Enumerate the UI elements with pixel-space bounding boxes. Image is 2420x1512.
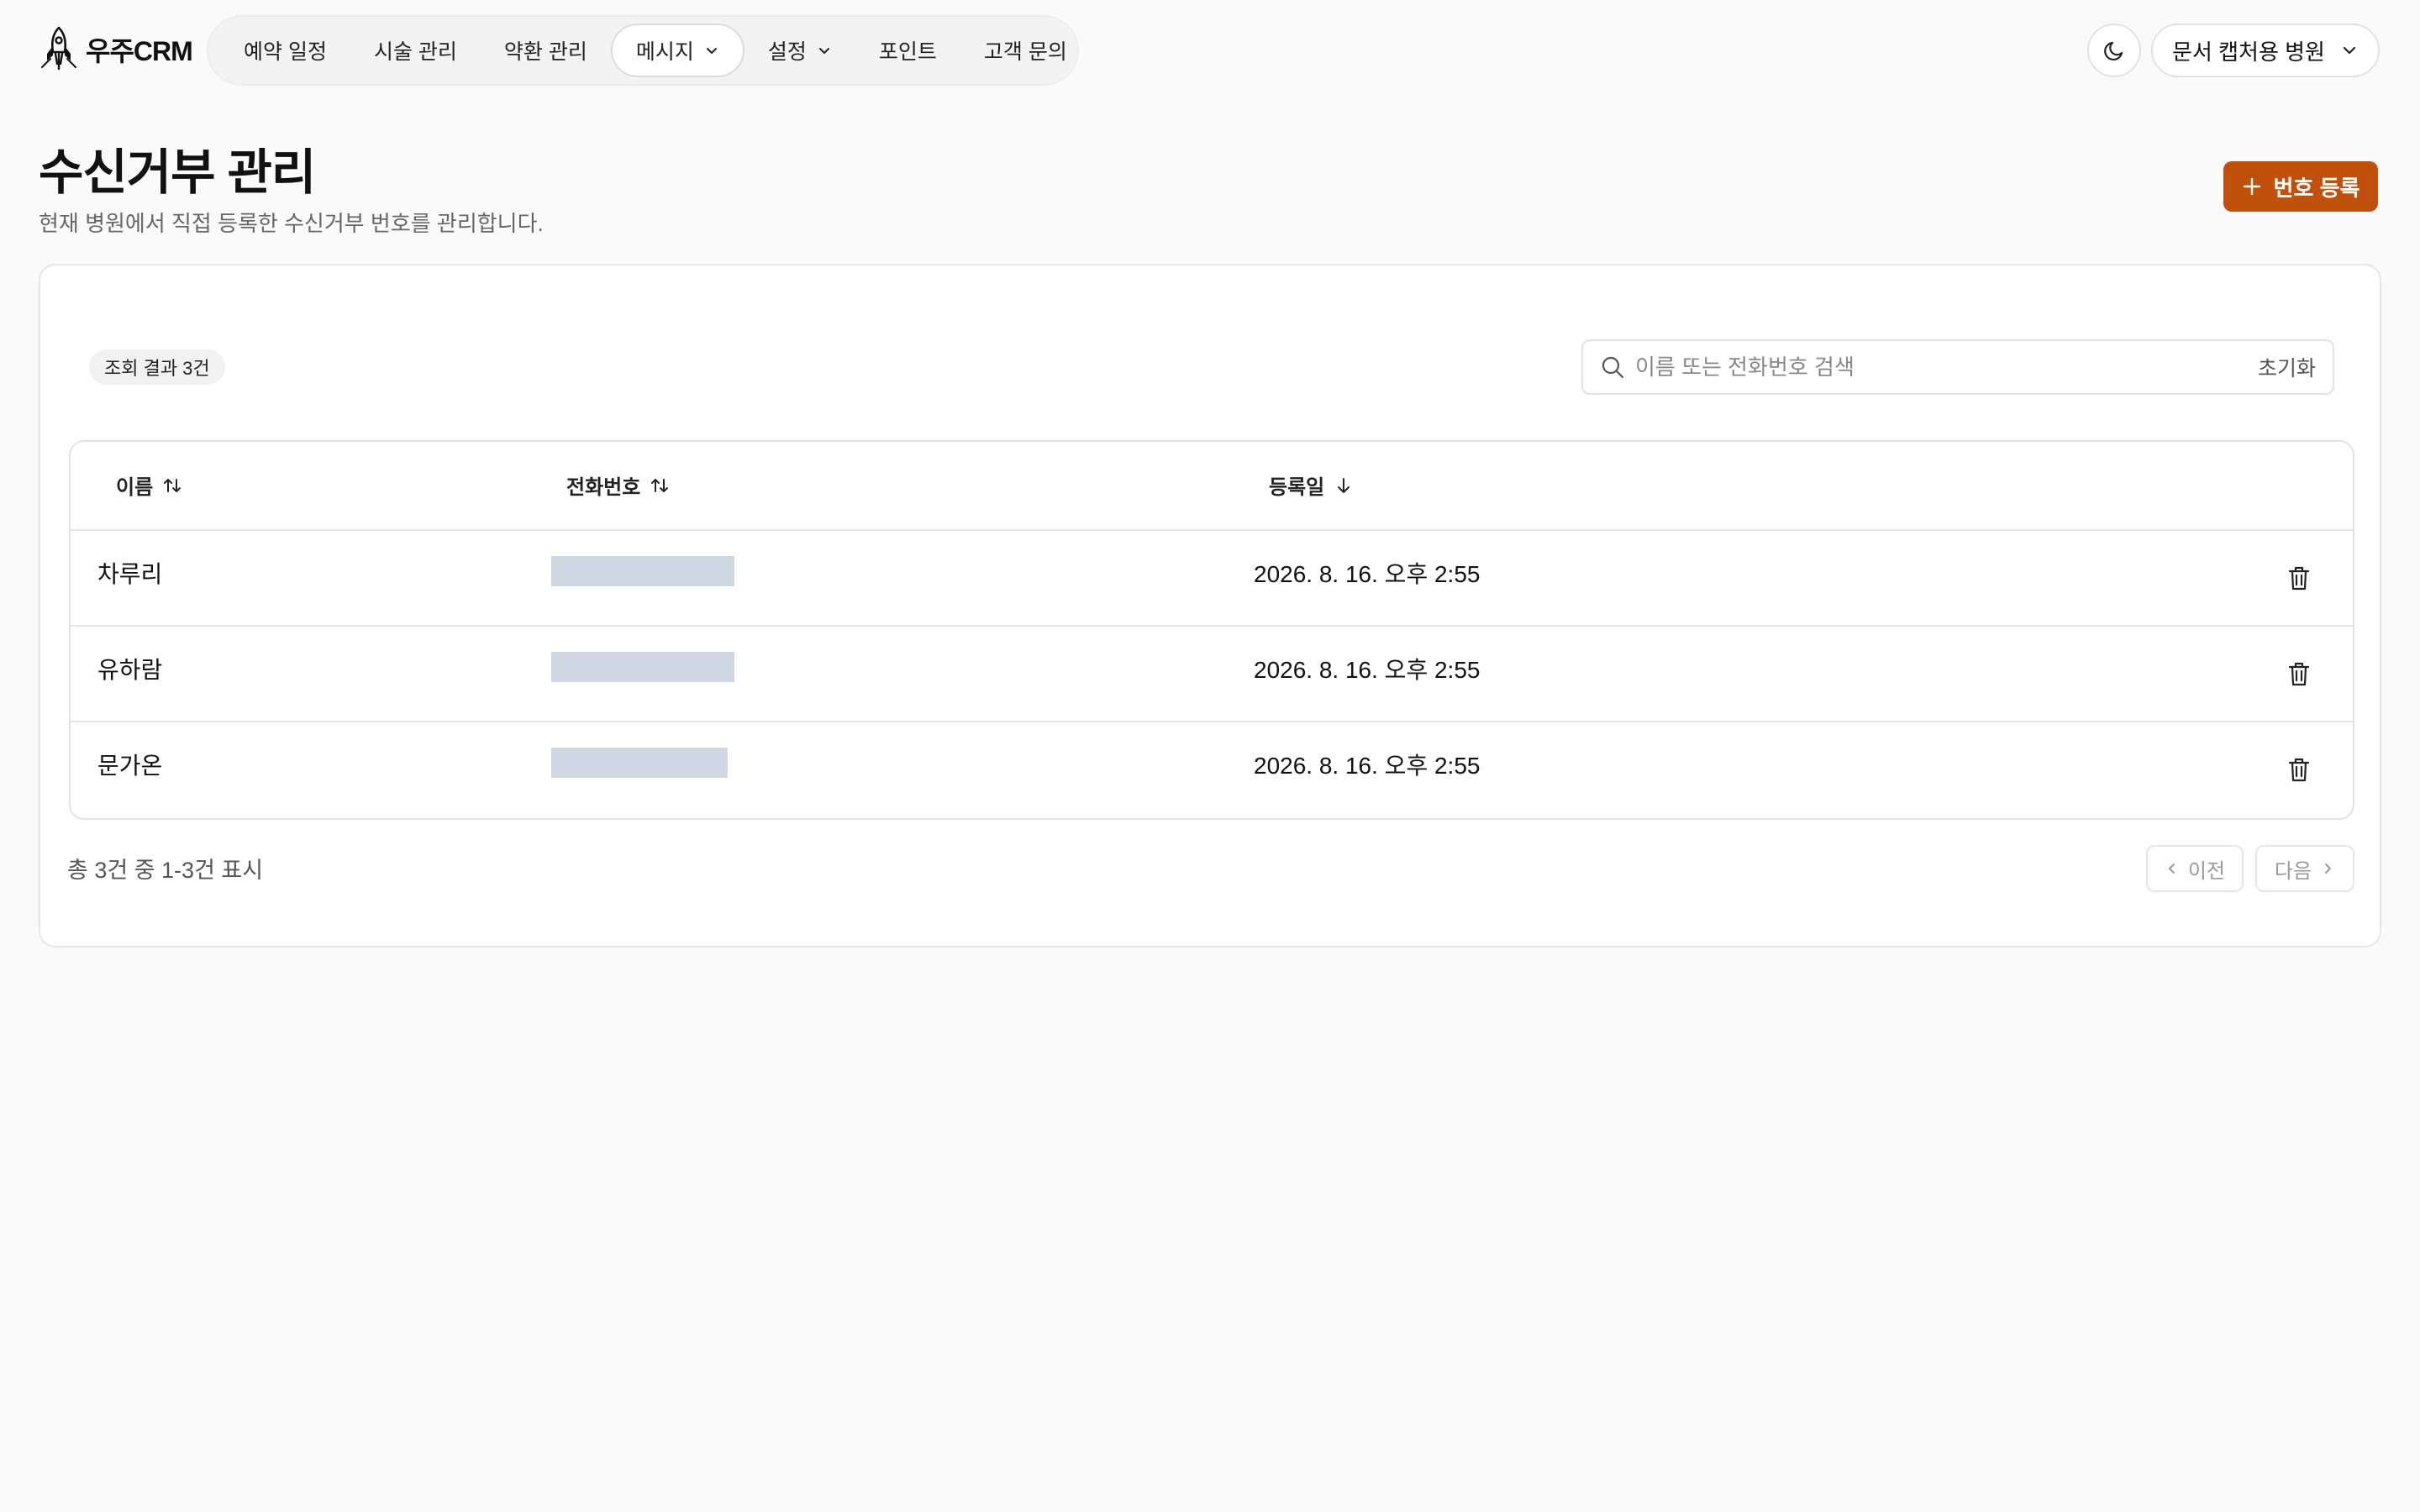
cell-date: 2026. 8. 16. 오후 2:55 (1254, 753, 1481, 779)
phone-redacted (551, 652, 734, 682)
chevron-down-icon (818, 48, 829, 54)
chevron-down-icon (706, 48, 717, 54)
nav-item-medication[interactable]: 약환 관리 (481, 24, 611, 77)
top-bar: 우주CRM 예약 일정 시술 관리 약환 관리 메시지 설정 포인트 고객 문의… (0, 0, 2420, 97)
prev-page-label: 이전 (2187, 859, 2226, 883)
main-nav: 예약 일정 시술 관리 약환 관리 메시지 설정 포인트 고객 문의 (207, 15, 1079, 86)
reset-button[interactable]: 초기화 (2258, 352, 2316, 382)
nav-item-settings[interactable]: 설정 (744, 24, 855, 77)
logo-text: 우주CRM (86, 36, 193, 66)
nav-item-label: 예약 일정 (244, 40, 327, 64)
theme-toggle-button[interactable] (2087, 24, 2141, 77)
search-icon (1602, 356, 1624, 379)
column-label: 전화번호 (566, 476, 641, 499)
chevron-left-icon (2168, 864, 2175, 874)
moon-icon (2104, 41, 2123, 60)
table-row: 문가온 2026. 8. 16. 오후 2:55 (71, 722, 2353, 818)
trash-icon (2288, 566, 2310, 591)
nav-item-messages[interactable]: 메시지 (610, 24, 744, 77)
nav-item-inquiries[interactable]: 고객 문의 (960, 24, 1091, 77)
add-number-button[interactable]: 번호 등록 (2223, 161, 2378, 212)
trash-icon (2288, 758, 2310, 782)
column-label: 이름 (116, 476, 154, 499)
nav-item-label: 고객 문의 (983, 40, 1067, 64)
clinic-label: 문서 캡처용 병원 (2172, 39, 2325, 65)
nav-item-reservations[interactable]: 예약 일정 (220, 24, 350, 77)
search-input[interactable] (1635, 341, 2248, 393)
plus-icon (2243, 177, 2260, 196)
chevron-down-icon (2343, 46, 2356, 55)
table-header: 이름 전화번호 등록일 (71, 442, 2353, 531)
column-header-phone[interactable]: 전화번호 (566, 470, 671, 500)
clinic-selector[interactable]: 문서 캡처용 병원 (2151, 24, 2380, 77)
nav-item-label: 설정 (767, 40, 807, 64)
delete-button[interactable] (2282, 753, 2316, 786)
page-subtitle: 현재 병원에서 직접 등록한 수신거부 번호를 관리합니다. (39, 211, 544, 236)
trash-icon (2288, 662, 2310, 686)
search-box: 초기화 (1581, 339, 2334, 395)
cell-date: 2026. 8. 16. 오후 2:55 (1254, 561, 1481, 587)
column-label: 등록일 (1269, 476, 1325, 499)
sort-both-icon (651, 478, 669, 492)
nav-item-label: 시술 관리 (373, 40, 457, 64)
logo[interactable]: 우주CRM (39, 25, 193, 74)
delete-button[interactable] (2282, 561, 2316, 595)
sort-desc-icon (1338, 477, 1350, 493)
add-number-label: 번호 등록 (2273, 175, 2360, 201)
cell-name: 유하람 (97, 657, 163, 683)
phone-redacted (551, 556, 734, 586)
content-card: 조회 결과 3건 초기화 이름 전화번호 등록일 차루리 2026. 8. 16… (39, 264, 2381, 948)
phone-redacted (551, 748, 728, 778)
page-title: 수신거부 관리 (39, 145, 316, 200)
cell-name: 문가온 (97, 753, 163, 779)
chevron-right-icon (2325, 864, 2332, 874)
cell-name: 차루리 (97, 561, 163, 587)
result-count-badge: 조회 결과 3건 (89, 349, 225, 385)
cell-date: 2026. 8. 16. 오후 2:55 (1254, 657, 1481, 683)
delete-button[interactable] (2282, 657, 2316, 690)
column-header-name[interactable]: 이름 (116, 470, 183, 500)
column-header-date[interactable]: 등록일 (1269, 470, 1355, 500)
pagination-summary: 총 3건 중 1-3건 표시 (67, 858, 264, 883)
next-page-button[interactable]: 다음 (2255, 845, 2354, 892)
prev-page-button[interactable]: 이전 (2146, 845, 2244, 892)
sort-both-icon (164, 478, 182, 492)
optout-table: 이름 전화번호 등록일 차루리 2026. 8. 16. 오후 2:55 유하람 (69, 440, 2354, 820)
rocket-icon (41, 26, 76, 71)
nav-item-label: 메시지 (635, 40, 694, 64)
table-row: 차루리 2026. 8. 16. 오후 2:55 (71, 531, 2353, 627)
next-page-label: 다음 (2274, 859, 2312, 883)
nav-item-procedures[interactable]: 시술 관리 (350, 24, 481, 77)
nav-item-points[interactable]: 포인트 (855, 24, 960, 77)
table-row: 유하람 2026. 8. 16. 오후 2:55 (71, 627, 2353, 722)
nav-item-label: 포인트 (878, 40, 937, 64)
nav-item-label: 약환 관리 (503, 40, 587, 64)
